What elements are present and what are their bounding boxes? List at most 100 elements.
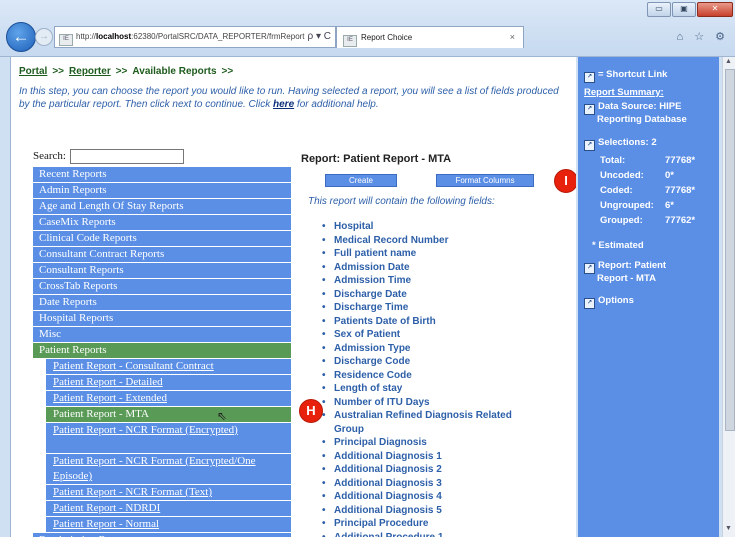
menu-item[interactable]: Hospital Reports: [33, 311, 291, 327]
help-link[interactable]: here: [273, 99, 294, 110]
breadcrumb-current: Available Reports: [132, 66, 217, 77]
submenu-item[interactable]: Patient Report - NCR Format (Encrypted/O…: [46, 454, 291, 485]
submenu-item[interactable]: Patient Report - NDRDI: [46, 501, 291, 517]
selections-link[interactable]: ↗ Selections: 2: [584, 137, 657, 151]
field-item-continuation: Group: [322, 423, 512, 437]
options-link[interactable]: ↗ Options: [584, 295, 634, 309]
bullet-icon: •: [322, 410, 326, 421]
browser-window: ▭ ▣ ✕ ← → IE http://localhost:62380/Porta…: [0, 0, 735, 537]
breadcrumb-reporter-link[interactable]: Reporter: [69, 66, 111, 77]
menu-item[interactable]: Clinical Code Reports: [33, 231, 291, 247]
field-item: • Full patient name: [322, 247, 512, 261]
field-item: • Sex of Patient: [322, 328, 512, 342]
field-item: • Number of ITU Days: [322, 396, 512, 410]
field-item: • Admission Date: [322, 261, 512, 275]
address-url: http://localhost:62380/PortalSRC/DATA_RE…: [76, 32, 319, 41]
bullet-icon: •: [322, 504, 326, 516]
field-item: • Admission Type: [322, 342, 512, 356]
bullet-icon: •: [322, 383, 326, 394]
submenu-item[interactable]: Patient Report - Detailed: [46, 375, 291, 391]
field-item: • Additional Diagnosis 5: [322, 504, 512, 518]
bullet-icon: •: [322, 221, 326, 232]
search-input[interactable]: [69, 149, 184, 164]
scroll-up-icon[interactable]: ▲: [725, 58, 732, 65]
data-source-link[interactable]: ↗ Data Source: HIPE: [584, 101, 681, 115]
format-columns-button[interactable]: Format Columns: [436, 174, 534, 187]
field-name: Additional Diagnosis 1: [334, 450, 442, 462]
forward-arrow-icon[interactable]: →: [35, 28, 53, 46]
field-item: • Admission Time: [322, 274, 512, 288]
menu-item-patient-reports[interactable]: Patient Reports: [33, 343, 291, 359]
submenu-item[interactable]: Patient Report - Consultant Contract: [46, 359, 291, 375]
minimize-button[interactable]: ▭: [647, 2, 671, 17]
menu-item-cut-off[interactable]: Readmission Reports: [33, 533, 291, 537]
callout-badge-i: I: [554, 169, 576, 193]
vertical-scrollbar[interactable]: ▲ ▼: [722, 57, 735, 537]
menu-item[interactable]: Misc: [33, 327, 291, 343]
bullet-icon: •: [322, 315, 326, 327]
tab-report-choice[interactable]: IE Report Choice ×: [336, 26, 524, 48]
field-name: Additional Diagnosis 5: [334, 504, 442, 516]
report-link[interactable]: ↗ Report: Patient: [584, 260, 666, 274]
menu-item[interactable]: CaseMix Reports: [33, 215, 291, 231]
field-item: • Discharge Code: [322, 355, 512, 369]
field-name: Additional Diagnosis 3: [334, 477, 442, 489]
field-item: • Principal Procedure: [322, 517, 512, 531]
stat-label: Ungrouped:: [600, 200, 654, 211]
field-item: • Length of stay: [322, 382, 512, 396]
menu-item[interactable]: Consultant Contract Reports: [33, 247, 291, 263]
submenu-item[interactable]: Patient Report - NCR Format (Text): [46, 485, 291, 501]
menu-item[interactable]: Consultant Reports: [33, 263, 291, 279]
field-name: Hospital: [334, 221, 374, 232]
submenu-item[interactable]: Patient Report - Extended: [46, 391, 291, 407]
field-item: • Medical Record Number: [322, 234, 512, 248]
report-line1: Report: Patient: [598, 260, 667, 271]
back-arrow-icon[interactable]: ←: [6, 22, 36, 52]
mouse-pointer-icon: ⇖: [217, 409, 228, 423]
window-controls: ▭ ▣ ✕: [647, 2, 733, 17]
url-scheme: http://: [76, 32, 97, 41]
search-row: Search:: [33, 149, 184, 164]
create-button[interactable]: Create: [325, 174, 397, 187]
menu-item[interactable]: Admin Reports: [33, 183, 291, 199]
shortcut-label: = Shortcut Link: [598, 69, 668, 80]
field-name: Discharge Code: [334, 356, 411, 367]
submenu-item-selected[interactable]: Patient Report - MTA: [46, 407, 291, 423]
submenu-item[interactable]: Patient Report - Normal: [46, 517, 291, 533]
menu-item[interactable]: CrossTab Reports: [33, 279, 291, 295]
report-menu: Recent Reports Admin Reports Age and Lengt…: [33, 167, 291, 537]
tab-close-icon[interactable]: ×: [510, 27, 515, 48]
bullet-icon: •: [322, 356, 326, 367]
field-name: Additional Diagnosis 4: [334, 491, 442, 502]
selections-label: Selections: 2: [598, 137, 657, 148]
menu-item[interactable]: Recent Reports: [33, 167, 291, 183]
breadcrumb-separator: >>: [115, 66, 128, 77]
field-item: • Additional Procedure 1: [322, 531, 512, 537]
bullet-icon: •: [322, 329, 326, 340]
intro-text: In this step, you can choose the report …: [19, 85, 567, 111]
field-name: Number of ITU Days: [334, 396, 430, 408]
field-name: Discharge Date: [334, 288, 407, 300]
address-controls[interactable]: ρ ▾ C: [304, 27, 331, 47]
page-content: Portal >> Reporter >> Available Reports >> In…: [10, 57, 576, 537]
menu-item[interactable]: Age and Length Of Stay Reports: [33, 199, 291, 215]
scroll-down-icon[interactable]: ▼: [725, 525, 732, 532]
toolbar-icons[interactable]: ⌂ ☆ ⚙: [677, 30, 729, 43]
search-label: Search:: [33, 150, 66, 163]
bullet-icon: •: [322, 369, 326, 381]
close-window-button[interactable]: ✕: [697, 2, 733, 17]
maximize-button[interactable]: ▣: [672, 2, 696, 17]
field-name: Discharge Time: [334, 302, 409, 313]
field-name: Sex of Patient: [334, 329, 401, 340]
field-name: Admission Time: [334, 275, 412, 286]
address-bar[interactable]: IE http://localhost:62380/PortalSRC/DATA_…: [54, 26, 336, 48]
submenu-item[interactable]: Patient Report - NCR Format (Encrypted): [46, 423, 291, 454]
scrollbar-thumb[interactable]: [725, 69, 735, 431]
stat-value: 6*: [665, 200, 674, 211]
stat-label: Grouped:: [600, 215, 643, 226]
options-label: Options: [598, 295, 634, 306]
summary-heading[interactable]: Report Summary:: [584, 87, 664, 98]
breadcrumb-portal-link[interactable]: Portal: [19, 66, 47, 77]
field-name: Principal Procedure: [334, 518, 429, 529]
menu-item[interactable]: Date Reports: [33, 295, 291, 311]
